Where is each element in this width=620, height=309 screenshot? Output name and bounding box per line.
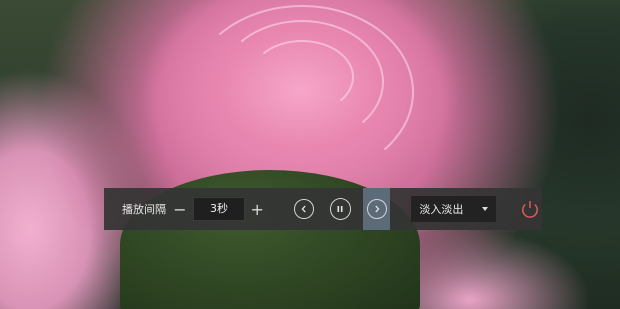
pause-icon (337, 206, 343, 212)
power-icon (522, 201, 539, 218)
power-button[interactable] (519, 197, 542, 221)
plus-icon[interactable]: + (250, 199, 264, 219)
next-button-ring (366, 199, 387, 219)
caret-down-icon (481, 207, 488, 211)
effect-value: 淡入淡出 (419, 203, 464, 216)
chevron-right-icon (375, 205, 380, 213)
previous-button[interactable] (294, 199, 314, 219)
interval-input[interactable]: 3秒 (192, 197, 246, 221)
background-photo (0, 0, 620, 309)
pause-button[interactable] (329, 198, 352, 220)
interval-label: 播放间隔 (122, 203, 166, 216)
slideshow-toolbar: 播放间隔 − 3秒 + 淡入淡出 (104, 188, 542, 230)
transition-effect-select[interactable]: 淡入淡出 (411, 196, 496, 222)
minus-icon[interactable]: − (173, 199, 187, 219)
petal-arc (250, 40, 354, 114)
next-button[interactable] (363, 188, 391, 230)
chevron-left-icon (301, 205, 306, 213)
